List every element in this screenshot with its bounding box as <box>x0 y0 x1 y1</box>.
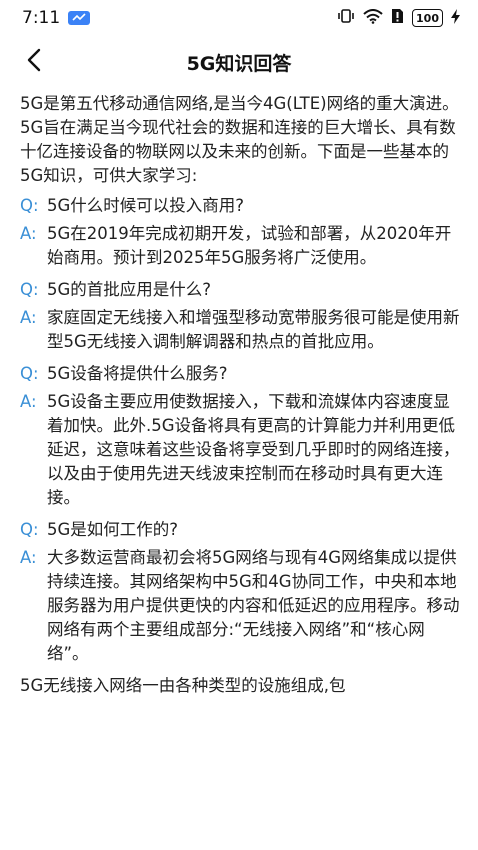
vibrate-icon <box>337 9 355 27</box>
answer-text: 5G在2019年完成初期开发，试验和部署，从2020年开始商用。预计到2025年… <box>47 224 452 267</box>
battery-level: 100 <box>416 11 439 25</box>
qa-item-1: Q: 5G什么时候可以投入商用? A: 5G在2019年完成初期开发，试验和部署… <box>20 194 462 270</box>
question-label: Q: <box>20 364 39 383</box>
qa-item-4: Q: 5G是如何工作的? A: 大多数运营商最初会将5G网络与现有4G网络集成以… <box>20 518 462 666</box>
question-label: Q: <box>20 520 39 539</box>
answer-label: A: <box>20 392 37 411</box>
question-label: Q: <box>20 280 39 299</box>
status-time: 7:11 <box>22 8 61 28</box>
qa-item-2: Q: 5G的首批应用是什么? A: 家庭固定无线接入和增强型移动宽带服务很可能是… <box>20 278 462 354</box>
trailing-paragraph: 5G无线接入网络一由各种类型的设施组成,包 <box>20 676 346 695</box>
status-left: 7:11 <box>22 8 91 28</box>
qa-item-3: Q: 5G设备将提供什么服务? A: 5G设备主要应用使数据接入，下载和流媒体内… <box>20 362 462 510</box>
battery-icon: 100 <box>412 9 443 27</box>
answer-label: A: <box>20 224 37 243</box>
app-notification-icon <box>68 11 91 25</box>
status-bar: 7:11 100 <box>0 0 478 36</box>
status-right: 100 <box>337 8 460 28</box>
answer-text: 5G设备主要应用使数据接入，下载和流媒体内容速度显着加快。此外.5G设备将具有更… <box>47 392 460 507</box>
charging-icon <box>451 8 460 28</box>
wifi-icon <box>363 8 383 28</box>
sim-alert-icon <box>391 8 404 28</box>
back-button[interactable] <box>18 46 50 78</box>
question-text: 5G设备将提供什么服务? <box>47 364 228 383</box>
header: 5G知识回答 <box>0 40 478 84</box>
question-text: 5G的首批应用是什么? <box>47 280 212 299</box>
answer-label: A: <box>20 548 37 567</box>
question-text: 5G什么时候可以投入商用? <box>47 196 245 215</box>
question-label: Q: <box>20 196 39 215</box>
article-content: 5G是第五代移动通信网络,是当今4G(LTE)网络的重大演进。5G旨在满足当今现… <box>20 92 462 715</box>
answer-text: 家庭固定无线接入和增强型移动宽带服务很可能是使用新型5G无线接入调制解调器和热点… <box>47 308 460 351</box>
answer-text: 大多数运营商最初会将5G网络与现有4G网络集成以提供持续连接。其网络架构中5G和… <box>47 548 460 663</box>
page-title: 5G知识回答 <box>186 52 292 75</box>
question-text: 5G是如何工作的? <box>47 520 179 539</box>
back-chevron-icon <box>26 48 42 76</box>
intro-paragraph: 5G是第五代移动通信网络,是当今4G(LTE)网络的重大演进。5G旨在满足当今现… <box>20 94 459 185</box>
answer-label: A: <box>20 308 37 327</box>
